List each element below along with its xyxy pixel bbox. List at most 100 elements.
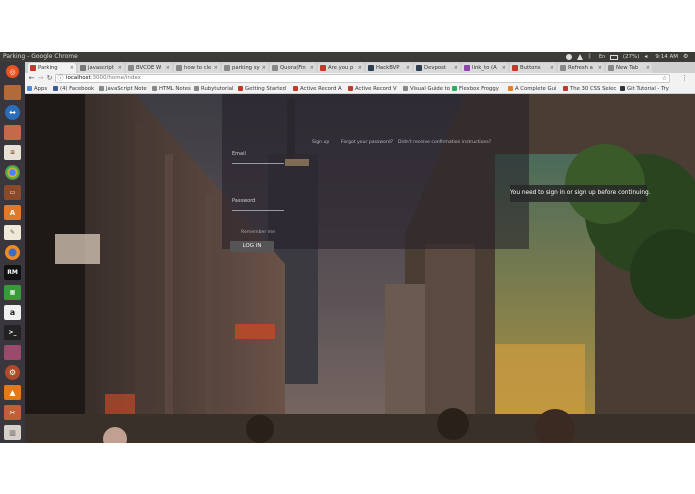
tools-icon[interactable]: ✂	[4, 405, 21, 420]
remote-desktop-icon[interactable]: ↔	[5, 105, 20, 120]
bookmark-label: Git Tutorial - Try	[627, 86, 669, 92]
terminal-icon[interactable]: ▭	[4, 185, 21, 200]
back-arrow-icon[interactable]: ←	[27, 74, 36, 83]
bookmark-visual-guide[interactable]: Visual Guide to	[403, 84, 450, 94]
files-icon[interactable]	[4, 85, 21, 100]
tab-how-to-clean[interactable]: how to cle ×	[174, 63, 220, 73]
tab-refresh[interactable]: Refresh a ×	[558, 63, 604, 73]
network-icon[interactable]	[576, 54, 583, 60]
keyboard-icon[interactable]: En	[599, 54, 605, 60]
tab-hackbvp[interactable]: HackBVP ×	[366, 63, 412, 73]
tab-quora[interactable]: Quora(Fin ×	[270, 63, 316, 73]
close-icon[interactable]: ×	[406, 63, 410, 73]
address-bar[interactable]: ⓘ localhost:3000/home/index ☆	[55, 74, 670, 83]
bookmark-star-icon[interactable]: ☆	[661, 75, 668, 82]
rubymine-icon[interactable]: RM	[4, 265, 21, 280]
text-editor-icon[interactable]: ✎	[4, 225, 21, 240]
tab-favicon	[512, 65, 518, 71]
password-field[interactable]	[232, 210, 284, 211]
bookmark-flexbox-froggy[interactable]: Flexbox Froggy	[452, 84, 499, 94]
close-icon[interactable]: ×	[118, 63, 122, 73]
bookmark-html-notes[interactable]: HTML Notes	[152, 84, 191, 94]
bookmark-page-icon	[508, 86, 513, 91]
bookmark-apps[interactable]: Apps	[27, 84, 47, 94]
bookmark-git-tutorial[interactable]: Git Tutorial - Try	[620, 84, 669, 94]
menu-icon[interactable]: ⋮	[680, 74, 689, 83]
bookmark-rubytutorial[interactable]: Rubytutorial	[194, 84, 233, 94]
close-icon[interactable]: ×	[214, 63, 218, 73]
clock[interactable]: 9:14 AM	[655, 54, 678, 60]
tab-label: BVCOE W	[136, 65, 162, 71]
rails-icon	[293, 86, 298, 91]
tab-new-tab[interactable]: New Tab ×	[606, 63, 652, 73]
desktop-screen: Parking - Google Chrome ᛒ En (27%) ◂ 9:1…	[0, 52, 695, 443]
bookmark-facebook[interactable]: (4) Facebook	[53, 84, 94, 94]
bookmarks-bar: Apps (4) Facebook JavaScript Note HTML N…	[25, 84, 695, 94]
window-title: Parking - Google Chrome	[3, 53, 78, 60]
email-field-highlight	[285, 159, 309, 166]
close-icon[interactable]: ×	[262, 63, 266, 73]
tab-bvcoe[interactable]: BVCOE W ×	[126, 63, 172, 73]
battery-icon[interactable]	[609, 54, 618, 60]
tab-devpost[interactable]: Devpost ×	[414, 63, 460, 73]
tab-favicon	[560, 65, 566, 71]
dash-icon[interactable]: ◎	[6, 65, 19, 78]
remember-me-checkbox[interactable]: Remember me	[241, 230, 275, 235]
bookmark-label: Visual Guide to	[410, 86, 451, 92]
firefox-icon[interactable]	[5, 245, 20, 260]
tab-javascript[interactable]: javascript ×	[78, 63, 124, 73]
system-settings-icon[interactable]: ⚙	[5, 365, 20, 380]
close-icon[interactable]: ×	[166, 63, 170, 73]
bookmark-30-css-selectors[interactable]: The 30 CSS Selec	[563, 84, 616, 94]
close-icon[interactable]: ×	[598, 63, 602, 73]
tab-buttons[interactable]: Buttons ×	[510, 63, 556, 73]
email-field[interactable]	[232, 163, 284, 164]
power-gear-icon[interactable]: ⚙	[683, 54, 689, 60]
amazon-icon[interactable]: a	[4, 305, 21, 320]
confirmation-link[interactable]: Didn't receive confirmation instructions…	[398, 140, 491, 145]
tab-link-to[interactable]: link_to (A ×	[462, 63, 508, 73]
files-icon[interactable]	[4, 345, 21, 360]
bookmark-javascript-notes[interactable]: JavaScript Note	[99, 84, 147, 94]
forgot-password-link[interactable]: Forgot your password?	[341, 140, 393, 145]
bluetooth-icon[interactable]: ᛒ	[588, 54, 594, 60]
spreadsheet-icon[interactable]: ▦	[4, 285, 21, 300]
tab-strip: Parking × javascript × BVCOE W × how to …	[25, 62, 695, 73]
bookmark-label: The 30 CSS Selec	[570, 86, 617, 92]
login-button[interactable]: LOG IN	[230, 241, 274, 252]
bookmark-active-record-a[interactable]: Active Record A	[293, 84, 342, 94]
trash-icon[interactable]: ▥	[4, 425, 21, 440]
console-icon[interactable]: >_	[4, 325, 21, 340]
chrome-icon[interactable]	[5, 165, 20, 180]
software-center-icon[interactable]: A	[4, 205, 21, 220]
close-icon[interactable]: ×	[310, 63, 314, 73]
folder-icon[interactable]	[4, 125, 21, 140]
forward-arrow-icon[interactable]: →	[36, 74, 45, 83]
tab-are-you[interactable]: Are you p ×	[318, 63, 364, 73]
document-icon[interactable]: ≡	[4, 145, 21, 160]
close-icon[interactable]: ×	[502, 63, 506, 73]
close-icon[interactable]: ×	[550, 63, 554, 73]
bookmark-complete-guide[interactable]: A Complete Gui	[508, 84, 556, 94]
volume-icon[interactable]: ◂	[644, 54, 650, 60]
close-icon[interactable]: ×	[358, 63, 362, 73]
tab-parking-system[interactable]: parking sy ×	[222, 63, 268, 73]
chrome-indicator-icon[interactable]	[565, 54, 572, 60]
close-icon[interactable]: ×	[454, 63, 458, 73]
close-icon[interactable]: ×	[646, 63, 650, 73]
close-icon[interactable]: ×	[70, 63, 74, 73]
page-info-icon[interactable]: ⓘ	[57, 75, 64, 82]
bookmark-page-icon	[194, 86, 199, 91]
tab-label: Are you p	[328, 65, 354, 71]
reload-icon[interactable]: ↻	[45, 74, 54, 83]
tab-label: Parking	[38, 65, 58, 71]
bookmark-active-record-v[interactable]: Active Record V	[348, 84, 397, 94]
sign-up-link[interactable]: Sign up	[312, 140, 329, 145]
tab-parking[interactable]: Parking ×	[28, 63, 76, 73]
tab-label: how to cle	[184, 65, 212, 71]
panel-indicators: ᛒ En (27%) ◂ 9:14 AM ⚙	[565, 52, 689, 62]
bookmark-getting-started[interactable]: Getting Started	[238, 84, 286, 94]
bookmark-page-icon	[152, 86, 157, 91]
tab-favicon	[608, 65, 614, 71]
vlc-icon[interactable]: ▲	[4, 385, 21, 400]
